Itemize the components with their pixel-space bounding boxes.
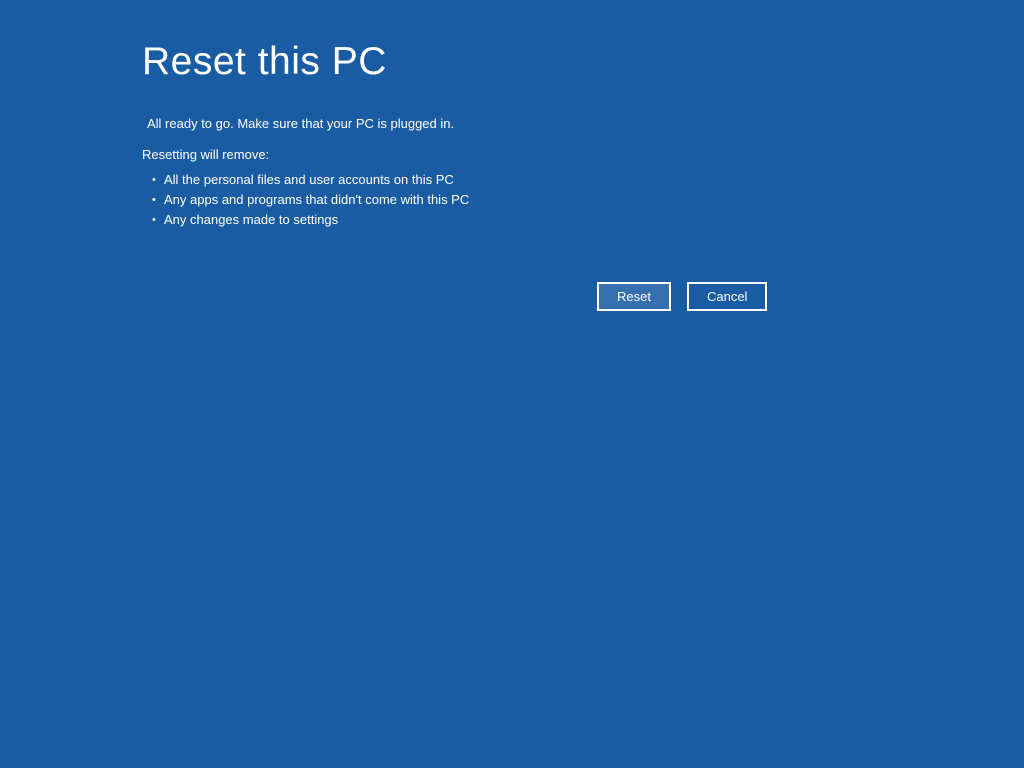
cancel-button[interactable]: Cancel <box>687 282 767 311</box>
status-text: All ready to go. Make sure that your PC … <box>147 116 1024 131</box>
page-title: Reset this PC <box>142 40 1024 84</box>
button-row: Reset Cancel <box>597 282 767 311</box>
list-item: Any changes made to settings <box>152 210 1024 230</box>
list-item: Any apps and programs that didn't come w… <box>152 190 1024 210</box>
removal-list: All the personal files and user accounts… <box>142 170 1024 230</box>
list-heading: Resetting will remove: <box>142 147 1024 162</box>
list-item: All the personal files and user accounts… <box>152 170 1024 190</box>
reset-button[interactable]: Reset <box>597 282 671 311</box>
